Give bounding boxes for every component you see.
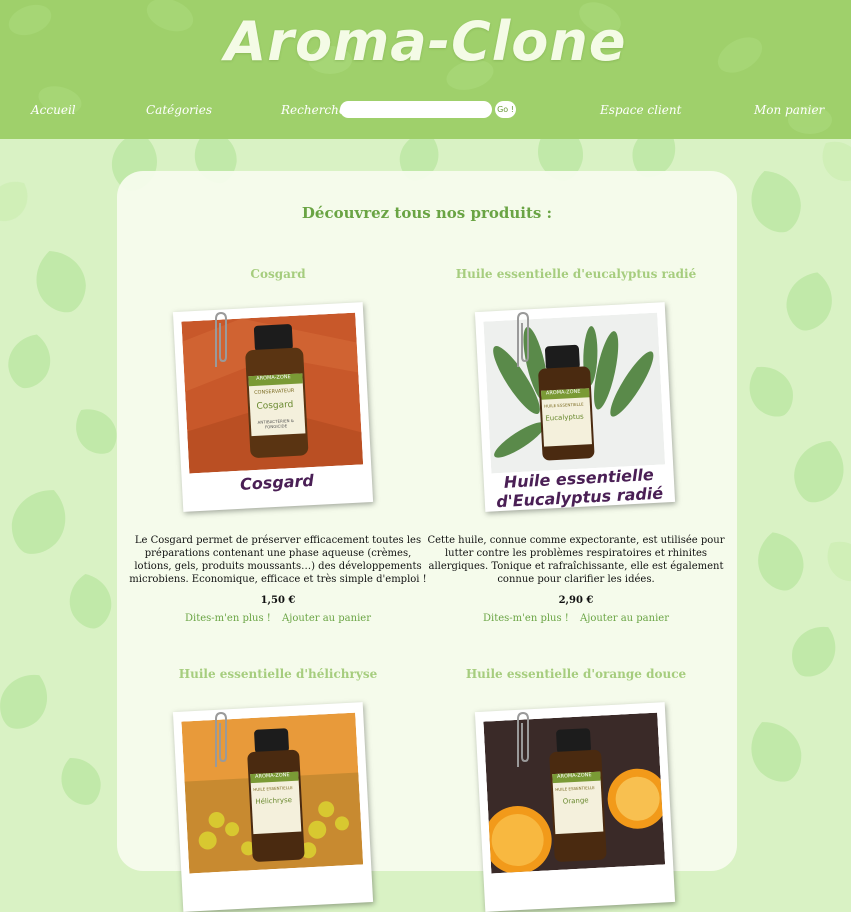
product-actions: Dites-m'en plus ! Ajouter au panier	[128, 613, 428, 624]
product-photo: AROMA-ZONE HUILE ESSENTIELLE Orange	[483, 712, 666, 874]
nav-cart-link[interactable]: Mon panier	[754, 103, 824, 117]
search-input[interactable]	[340, 101, 492, 118]
product-title[interactable]: Huile essentielle d'eucalyptus radié	[426, 267, 726, 281]
product-description: Le Cosgard permet de préserver efficacem…	[129, 535, 427, 585]
site-logo[interactable]: Aroma-Clone	[0, 10, 851, 73]
product-card-cosgard: Cosgard AROMA-ZONE CONSERVATEUR Cosgard …	[128, 267, 428, 627]
product-card-orange: Huile essentielle d'orange douce AROMA-Z…	[426, 667, 726, 912]
more-info-link[interactable]: Dites-m'en plus !	[185, 613, 271, 624]
product-card-helichryse: Huile essentielle d'hélichryse AROMA-ZON…	[128, 667, 428, 912]
main-nav: Accueil Catégories Rechercher : Go ! Esp…	[0, 101, 851, 123]
product-title[interactable]: Cosgard	[128, 267, 428, 281]
page-title: Découvrez tous nos produits :	[301, 204, 553, 222]
product-price: 2,90 €	[558, 595, 594, 606]
site-header: Aroma-Clone Accueil Catégories Recherche…	[0, 0, 851, 139]
paperclip-icon	[215, 311, 227, 367]
nav-account-link[interactable]: Espace client	[600, 103, 681, 117]
product-description: Cette huile, connue comme expectorante, …	[427, 535, 725, 585]
more-info-link[interactable]: Dites-m'en plus !	[483, 613, 569, 624]
product-photo-frame[interactable]: AROMA-ZONE HUILE ESSENTIELLE Eucalyptus …	[474, 302, 676, 512]
add-to-cart-link[interactable]: Ajouter au panier	[580, 613, 669, 624]
product-price: 1,50 €	[260, 595, 296, 606]
product-photo: AROMA-ZONE HUILE ESSENTIELLE Hélichryse	[181, 712, 364, 874]
add-to-cart-link[interactable]: Ajouter au panier	[282, 613, 371, 624]
paperclip-icon	[517, 311, 529, 367]
paperclip-icon	[517, 711, 529, 767]
search-go-button[interactable]: Go !	[495, 101, 516, 118]
paperclip-icon	[215, 711, 227, 767]
product-actions: Dites-m'en plus ! Ajouter au panier	[426, 613, 726, 624]
product-photo-frame[interactable]: AROMA-ZONE CONSERVATEUR Cosgard ANTIBACT…	[172, 302, 374, 512]
product-card-eucalyptus: Huile essentielle d'eucalyptus radié ARO…	[426, 267, 726, 627]
product-photo: AROMA-ZONE CONSERVATEUR Cosgard ANTIBACT…	[181, 312, 364, 474]
product-photo-frame[interactable]: AROMA-ZONE HUILE ESSENTIELLE Orange	[474, 702, 676, 912]
product-photo: AROMA-ZONE HUILE ESSENTIELLE Eucalyptus	[483, 312, 666, 474]
nav-categories-link[interactable]: Catégories	[146, 103, 212, 117]
product-title[interactable]: Huile essentielle d'hélichryse	[128, 667, 428, 681]
product-title[interactable]: Huile essentielle d'orange douce	[426, 667, 726, 681]
products-panel: Découvrez tous nos produits : Cosgard AR…	[117, 171, 737, 912]
nav-home-link[interactable]: Accueil	[31, 103, 76, 117]
product-photo-frame[interactable]: AROMA-ZONE HUILE ESSENTIELLE Hélichryse	[172, 702, 374, 912]
